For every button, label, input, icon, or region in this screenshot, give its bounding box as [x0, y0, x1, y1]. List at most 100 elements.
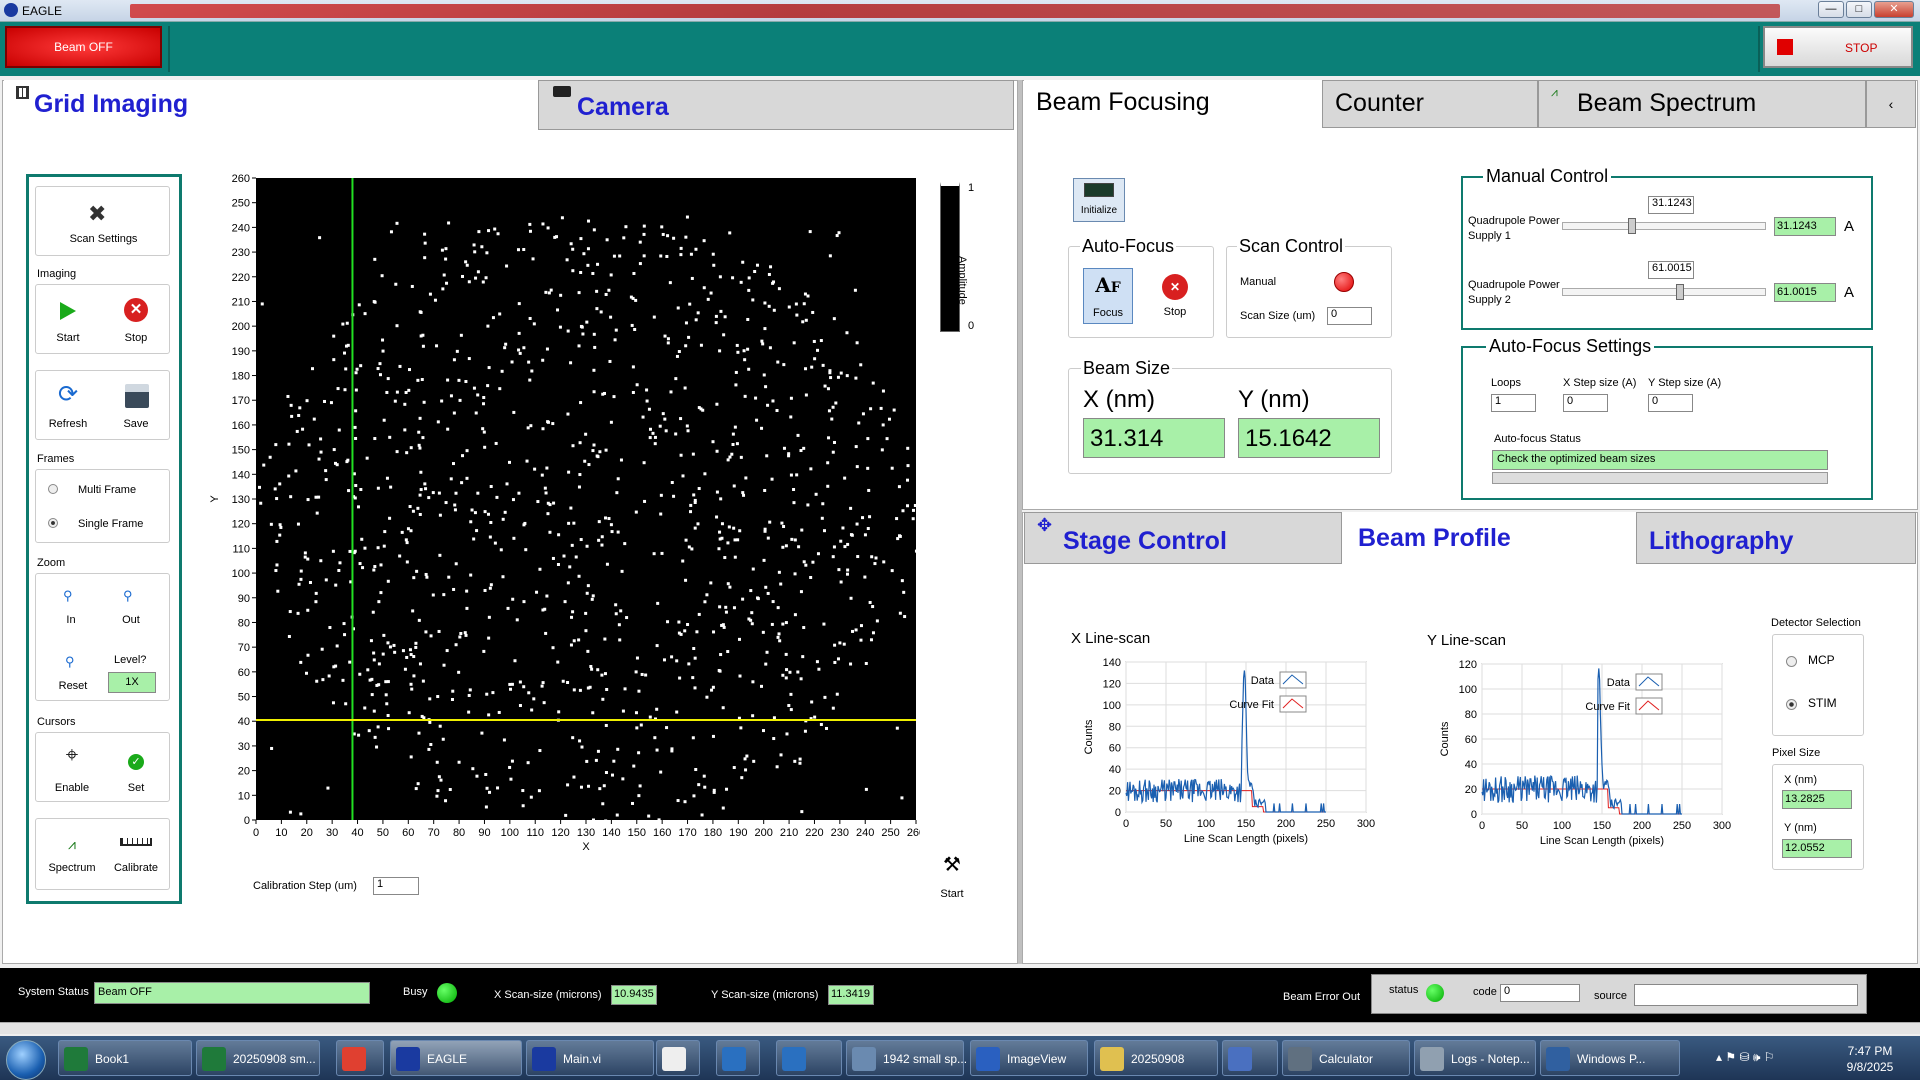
- tab-scroll-left[interactable]: ‹: [1866, 80, 1916, 128]
- taskbar-item[interactable]: ImageView: [970, 1040, 1088, 1076]
- multi-frame-radio[interactable]: [48, 484, 58, 494]
- q1-slider[interactable]: [1562, 222, 1766, 230]
- taskbar-item[interactable]: [336, 1040, 384, 1076]
- image-pixel: [855, 341, 859, 345]
- move-arrows-icon: ✥: [1037, 515, 1053, 535]
- q2-slider[interactable]: [1562, 288, 1766, 296]
- image-pixel: [438, 724, 442, 728]
- taskbar-item[interactable]: Main.vi: [526, 1040, 654, 1076]
- q1-slider-thumb[interactable]: [1628, 218, 1636, 234]
- single-frame-radio[interactable]: [48, 518, 58, 528]
- image-pixel: [900, 796, 904, 800]
- tab-counter[interactable]: Counter: [1322, 80, 1538, 128]
- app-icon: [1228, 1047, 1252, 1071]
- image-pixel: [517, 348, 521, 352]
- tab-beam-spectrum[interactable]: ⩘ Beam Spectrum: [1538, 80, 1866, 128]
- tab-beam-focusing[interactable]: Beam Focusing: [1024, 80, 1322, 128]
- manual-led[interactable]: [1334, 272, 1354, 292]
- start-imaging-button[interactable]: Start: [48, 290, 88, 350]
- q1-slider-readout[interactable]: 31.1243: [1648, 196, 1694, 214]
- clock-date[interactable]: 9/8/2025: [1830, 1060, 1910, 1074]
- calibration-step-input[interactable]: 1: [373, 877, 419, 895]
- image-pixel: [579, 271, 583, 275]
- close-button[interactable]: ✕: [1874, 1, 1914, 18]
- mcp-radio[interactable]: [1786, 656, 1797, 667]
- q2-slider-thumb[interactable]: [1676, 284, 1684, 300]
- check-icon: ✓: [128, 754, 144, 770]
- calibrate-button[interactable]: Calibrate: [108, 826, 164, 886]
- tab-stage-control[interactable]: ✥ Stage Control: [1024, 512, 1342, 564]
- taskbar-item[interactable]: Windows P...: [1540, 1040, 1680, 1076]
- spectrum-button[interactable]: ⩘ Spectrum: [44, 826, 100, 886]
- q2-value[interactable]: 61.0015: [1774, 283, 1836, 302]
- image-pixel: [481, 280, 485, 284]
- taskbar-item[interactable]: [716, 1040, 760, 1076]
- image-pixel: [559, 293, 563, 297]
- y-step-input[interactable]: 0: [1648, 394, 1693, 412]
- zoom-out-button[interactable]: ⚲ Out: [116, 588, 146, 628]
- clock-time[interactable]: 7:47 PM: [1830, 1044, 1910, 1058]
- af-stop-icon: ✕: [1162, 274, 1188, 300]
- taskbar-item[interactable]: 20250908 sm...: [196, 1040, 320, 1076]
- image-pixel: [638, 240, 642, 244]
- taskbar-item[interactable]: [656, 1040, 700, 1076]
- image-pixel: [734, 370, 738, 374]
- image-pixel: [438, 553, 442, 557]
- maximize-button[interactable]: □: [1846, 1, 1872, 18]
- zoom-in-button[interactable]: ⚲ In: [56, 588, 86, 628]
- tab-grid-imaging[interactable]: Grid Imaging: [4, 80, 538, 130]
- taskbar-item[interactable]: 1942 small sp...: [846, 1040, 967, 1076]
- start-orb-button[interactable]: [6, 1040, 46, 1080]
- tab-camera[interactable]: Camera: [538, 80, 1014, 130]
- zoom-level-value[interactable]: 1X: [108, 672, 156, 693]
- taskbar-item[interactable]: Book1: [58, 1040, 192, 1076]
- zoom-reset-button[interactable]: ⚲ Reset: [56, 654, 90, 694]
- x-linescan-graph[interactable]: 0 20 40 60 80 100 120 140 0 50 100 150 200 250 300 Line…: [1080, 654, 1390, 864]
- image-start-button[interactable]: ⚒ Start: [934, 852, 970, 904]
- taskbar-item[interactable]: EAGLE: [390, 1040, 522, 1076]
- x-step-input[interactable]: 0: [1563, 394, 1608, 412]
- taskbar-item[interactable]: Calculator: [1282, 1040, 1410, 1076]
- error-code-value[interactable]: 0: [1500, 984, 1580, 1002]
- image-pixel: [718, 605, 722, 609]
- tab-beam-profile[interactable]: Beam Profile: [1342, 512, 1636, 564]
- loops-input[interactable]: 1: [1491, 394, 1536, 412]
- image-pixel: [441, 737, 445, 741]
- y-linescan-graph[interactable]: 0 20 40 60 80 100 120 0 50 100 150 200 250 300 Line Sc…: [1436, 656, 1746, 866]
- initialize-button[interactable]: Initialize: [1073, 178, 1125, 222]
- beam-off-button[interactable]: Beam OFF: [5, 26, 162, 68]
- image-pixel: [516, 248, 520, 252]
- image-pixel: [770, 622, 774, 626]
- taskbar-item[interactable]: [1222, 1040, 1278, 1076]
- x-tick-label: 230: [831, 827, 849, 839]
- tray-icons[interactable]: ▴ ⚑ ⛁ 🕪 ⚐: [1716, 1050, 1816, 1066]
- focus-button[interactable]: AF Focus: [1083, 268, 1133, 324]
- taskbar-item[interactable]: [776, 1040, 842, 1076]
- image-pixel: [782, 446, 786, 450]
- image-pixel: [735, 343, 739, 347]
- cursor-enable-button[interactable]: ⌖ Enable: [50, 740, 94, 798]
- q2-slider-readout[interactable]: 61.0015: [1648, 261, 1694, 279]
- refresh-button[interactable]: ⟳ Refresh: [46, 376, 90, 436]
- grid-image-graph[interactable]: 00 10 10 20 20 30 30 40 40 50 50 60 60 70 70 80 80 90 90 10…: [200, 170, 920, 860]
- af-stop-button[interactable]: ✕ Stop: [1155, 270, 1195, 324]
- taskbar-item[interactable]: Logs - Notep...: [1414, 1040, 1536, 1076]
- horizontal-scrollbar[interactable]: [0, 1022, 1920, 1034]
- tools-icon: ✖: [88, 201, 107, 226]
- tab-lithography[interactable]: Lithography: [1636, 512, 1916, 564]
- stop-imaging-button[interactable]: ✕ Stop: [116, 290, 156, 350]
- scan-size-input[interactable]: 0: [1327, 307, 1372, 325]
- image-pixel: [353, 549, 357, 553]
- stim-radio[interactable]: [1786, 699, 1797, 710]
- stop-button[interactable]: STOP: [1763, 26, 1913, 68]
- q1-value[interactable]: 31.1243: [1774, 217, 1836, 236]
- error-source-value[interactable]: [1634, 984, 1858, 1006]
- save-button[interactable]: Save: [116, 376, 156, 436]
- image-pixel: [570, 615, 574, 619]
- cursor-set-button[interactable]: ✓ Set: [116, 740, 156, 798]
- image-pixel: [687, 662, 691, 666]
- taskbar-item[interactable]: 20250908: [1094, 1040, 1218, 1076]
- image-pixel: [544, 290, 548, 294]
- minimize-button[interactable]: —: [1818, 1, 1844, 18]
- scan-settings-button[interactable]: ✖ Scan Settings: [35, 186, 170, 256]
